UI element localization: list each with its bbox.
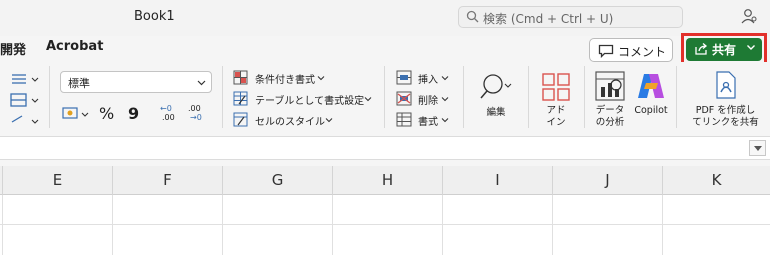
comment-icon	[598, 44, 614, 58]
separator	[49, 66, 50, 128]
accounting-format-icon[interactable]	[62, 105, 92, 123]
search-icon	[480, 74, 512, 99]
chevron-down-icon	[364, 97, 372, 102]
conditional-formatting-icon	[233, 70, 248, 85]
search-box[interactable]: 検索 (Cmd + Ctrl + U)	[458, 6, 683, 28]
cell-grid[interactable]	[0, 195, 770, 255]
search-placeholder: 検索 (Cmd + Ctrl + U)	[483, 12, 614, 26]
analyze-data-icon	[595, 71, 625, 101]
pdf-label-2: てリンクを共有	[692, 117, 759, 128]
addins-button[interactable]: アド イン	[535, 70, 577, 128]
formula-bar-expand-button[interactable]	[749, 140, 766, 156]
pdf-label-1: PDF を作成し	[695, 105, 756, 116]
comment-button[interactable]: コメント	[589, 38, 673, 62]
number-format-value: 標準	[68, 77, 90, 90]
share-button[interactable]: 共有	[686, 38, 762, 61]
percent-style-button[interactable]: %	[99, 104, 114, 123]
column-header-j[interactable]: J	[552, 166, 662, 195]
gridline	[0, 224, 770, 225]
delete-cells-icon	[396, 91, 412, 106]
increase-decimal-top: ←0	[160, 104, 172, 113]
gridline	[442, 195, 443, 255]
gridline	[222, 195, 223, 255]
create-pdf-share-link-button[interactable]: PDF を作成し てリンクを共有	[683, 70, 768, 128]
chevron-down-icon	[754, 146, 762, 151]
tab-acrobat[interactable]: Acrobat	[46, 39, 103, 54]
increase-decimal-bottom: .00	[162, 113, 175, 122]
cell-styles-button[interactable]: セルのスタイル	[233, 112, 343, 128]
addins-label-2: イン	[546, 117, 566, 128]
gridline	[662, 195, 663, 255]
copilot-button[interactable]: Copilot	[630, 70, 672, 120]
comment-label: コメント	[618, 45, 667, 59]
column-header-k[interactable]: K	[662, 166, 770, 195]
addins-icon	[542, 73, 570, 101]
chevron-down-icon	[441, 97, 449, 102]
insert-cells-button[interactable]: 挿入	[396, 70, 451, 86]
cell-styles-icon	[233, 112, 248, 127]
column-header-h[interactable]: H	[332, 166, 442, 195]
format-cells-button[interactable]: 書式	[396, 112, 451, 128]
decrease-decimal-bottom: →0	[190, 113, 202, 122]
format-as-table-label: テーブルとして書式設定	[255, 96, 365, 107]
analyze-data-label-2: の分析	[595, 117, 625, 128]
column-header-e[interactable]: E	[2, 166, 112, 195]
column-header-f[interactable]: F	[112, 166, 222, 195]
share-icon	[695, 43, 708, 55]
decrease-decimal-button[interactable]: .00 →0	[188, 104, 210, 124]
format-cells-icon	[396, 112, 412, 127]
conditional-formatting-button[interactable]: 条件付き書式	[233, 70, 353, 86]
chevron-down-icon	[441, 76, 449, 81]
chevron-down-icon	[317, 76, 325, 81]
account-icon[interactable]	[740, 7, 758, 25]
analyze-data-button[interactable]: データ の分析	[591, 70, 629, 128]
separator	[528, 66, 529, 128]
align-icon[interactable]	[8, 70, 40, 128]
delete-cells-button[interactable]: 削除	[396, 91, 451, 107]
editing-button[interactable]: 編集	[470, 70, 522, 126]
increase-decimal-button[interactable]: ←0 .00	[160, 104, 182, 124]
format-as-table-button[interactable]: テーブルとして書式設定	[233, 91, 378, 107]
analyze-data-label-1: データ	[595, 105, 625, 116]
table-format-icon	[233, 91, 248, 106]
addins-label-1: アド	[546, 105, 566, 116]
column-header-i[interactable]: I	[442, 166, 552, 195]
share-label: 共有	[712, 43, 737, 57]
pdf-link-icon	[716, 71, 736, 99]
cell-styles-label: セルのスタイル	[255, 117, 325, 128]
insert-cells-icon	[396, 70, 412, 85]
copilot-label: Copilot	[634, 105, 668, 116]
gridline	[552, 195, 553, 255]
format-cells-label: 書式	[418, 117, 438, 128]
tab-developer[interactable]: 開発	[0, 39, 26, 58]
conditional-formatting-label: 条件付き書式	[255, 75, 315, 86]
separator	[676, 66, 677, 128]
separator	[463, 66, 464, 128]
decrease-decimal-top: .00	[188, 104, 201, 113]
title-bar: Book1 検索 (Cmd + Ctrl + U)	[0, 0, 770, 36]
gridline	[112, 195, 113, 255]
separator	[584, 66, 585, 128]
chevron-down-icon	[747, 45, 755, 50]
workbook-title: Book1	[134, 9, 175, 24]
number-format-select[interactable]: 標準	[60, 71, 212, 93]
formula-bar[interactable]	[0, 136, 770, 160]
comma-style-button[interactable]: 9	[128, 104, 139, 123]
editing-label: 編集	[486, 107, 506, 118]
copilot-icon	[638, 74, 664, 98]
gridline	[2, 195, 3, 255]
separator	[222, 66, 223, 128]
chevron-down-icon	[325, 118, 333, 123]
insert-cells-label: 挿入	[418, 75, 438, 86]
search-icon	[466, 10, 479, 23]
gridline	[332, 195, 333, 255]
column-headers: E F G H I J K	[0, 166, 770, 195]
chevron-down-icon	[197, 80, 206, 86]
separator	[384, 66, 385, 128]
chevron-down-icon	[441, 118, 449, 123]
delete-cells-label: 削除	[418, 96, 438, 107]
column-header-g[interactable]: G	[222, 166, 332, 195]
